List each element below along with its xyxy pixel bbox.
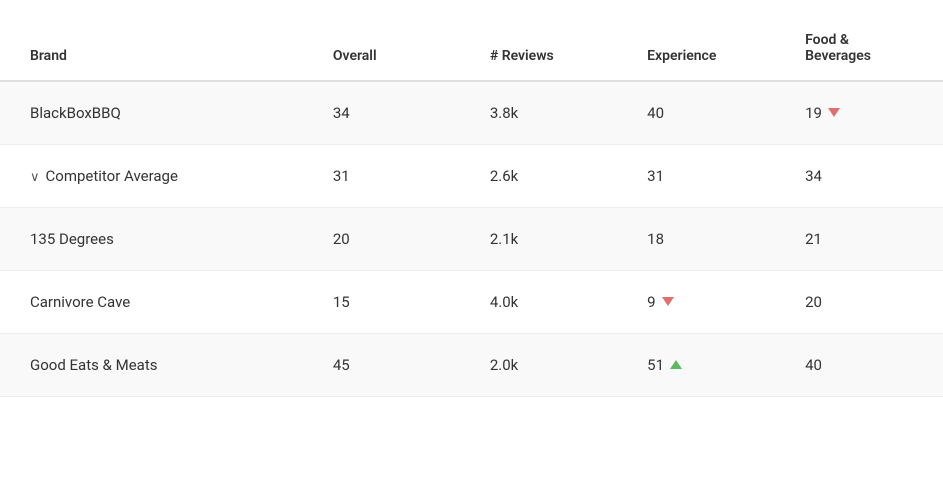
cell-food-competitor-average: 34 — [785, 145, 943, 208]
experience-value: 51 — [647, 356, 664, 374]
cell-reviews-135-degrees: 2.1k — [470, 208, 627, 271]
table-row: BlackBoxBBQ 343.8k 40 19 — [0, 81, 943, 145]
food-value: 40 — [805, 356, 822, 374]
trend-down-icon — [662, 297, 674, 306]
cell-brand-blackboxbbq: BlackBoxBBQ — [0, 81, 313, 145]
cell-overall-blackboxbbq: 34 — [313, 81, 470, 145]
header-reviews-label: # Reviews — [490, 48, 554, 64]
cell-experience-135-degrees: 18 — [627, 208, 785, 271]
cell-brand-135-degrees: 135 Degrees — [0, 208, 313, 271]
food-value: 34 — [805, 167, 822, 185]
brand-name: Carnivore Cave — [30, 293, 130, 311]
cell-overall-competitor-average: 31 — [313, 145, 470, 208]
cell-food-carnivore-cave: 20 — [785, 271, 943, 334]
cell-food-blackboxbbq: 19 — [785, 81, 943, 145]
cell-overall-good-eats-meats: 45 — [313, 334, 470, 397]
food-value: 19 — [805, 104, 822, 122]
cell-brand-carnivore-cave: Carnivore Cave — [0, 271, 313, 334]
header-brand-label: Brand — [30, 48, 67, 64]
cell-experience-competitor-average: 31 — [627, 145, 785, 208]
cell-reviews-good-eats-meats: 2.0k — [470, 334, 627, 397]
food-value: 20 — [805, 293, 822, 311]
cell-brand-competitor-average: ∨ Competitor Average — [0, 145, 313, 208]
cell-reviews-carnivore-cave: 4.0k — [470, 271, 627, 334]
header-food-beverages: Food &Beverages — [785, 0, 943, 81]
table-row[interactable]: ∨Competitor Average312.6k3134 — [0, 145, 943, 208]
experience-value: 9 — [647, 293, 655, 311]
experience-value: 18 — [647, 230, 664, 248]
cell-food-good-eats-meats: 40 — [785, 334, 943, 397]
table-container: Brand Overall # Reviews Experience Food … — [0, 0, 943, 397]
table-row: Carnivore Cave 154.0k 9 20 — [0, 271, 943, 334]
brand-name: BlackBoxBBQ — [30, 104, 121, 122]
header-reviews: # Reviews — [470, 0, 627, 81]
header-row: Brand Overall # Reviews Experience Food … — [0, 0, 943, 81]
experience-value: 40 — [647, 104, 664, 122]
cell-experience-carnivore-cave: 9 — [627, 271, 785, 334]
cell-experience-blackboxbbq: 40 — [627, 81, 785, 145]
table-body: BlackBoxBBQ343.8k4019∨Competitor Average… — [0, 81, 943, 397]
header-overall: Overall — [313, 0, 470, 81]
cell-reviews-blackboxbbq: 3.8k — [470, 81, 627, 145]
cell-reviews-competitor-average: 2.6k — [470, 145, 627, 208]
header-experience: Experience — [627, 0, 785, 81]
brand-name: Good Eats & Meats — [30, 356, 157, 374]
header-experience-label: Experience — [647, 48, 716, 64]
brand-comparison-table: Brand Overall # Reviews Experience Food … — [0, 0, 943, 397]
cell-overall-135-degrees: 20 — [313, 208, 470, 271]
cell-food-135-degrees: 21 — [785, 208, 943, 271]
trend-up-icon — [670, 360, 682, 369]
table-header: Brand Overall # Reviews Experience Food … — [0, 0, 943, 81]
brand-name: Competitor Average — [46, 167, 178, 185]
food-value: 21 — [805, 230, 822, 248]
header-brand: Brand — [0, 0, 313, 81]
cell-overall-carnivore-cave: 15 — [313, 271, 470, 334]
header-food-beverages-label: Food &Beverages — [805, 32, 871, 64]
chevron-down-icon[interactable]: ∨ — [30, 170, 40, 185]
brand-name: 135 Degrees — [30, 230, 114, 248]
table-row: Good Eats & Meats 452.0k 51 40 — [0, 334, 943, 397]
cell-brand-good-eats-meats: Good Eats & Meats — [0, 334, 313, 397]
header-overall-label: Overall — [333, 48, 377, 64]
experience-value: 31 — [647, 167, 664, 185]
table-row: 135 Degrees 202.1k 18 21 — [0, 208, 943, 271]
cell-experience-good-eats-meats: 51 — [627, 334, 785, 397]
trend-down-icon — [828, 108, 840, 117]
